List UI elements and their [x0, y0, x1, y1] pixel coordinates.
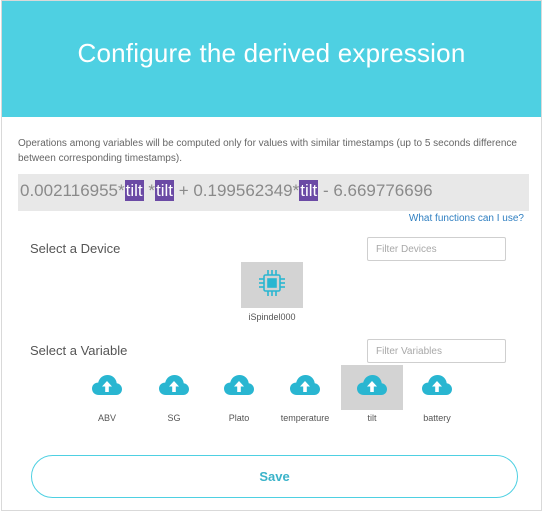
- filter-variables-input[interactable]: [367, 339, 506, 363]
- select-variable-label: Select a Variable: [30, 343, 128, 358]
- derived-expression-modal: Configure the derived expression Operati…: [1, 0, 542, 511]
- expression-text: 0.002116955*: [20, 181, 125, 200]
- variable-label: battery: [423, 413, 451, 423]
- chip-icon: [257, 268, 287, 303]
- save-button[interactable]: Save: [31, 455, 518, 498]
- modal-title: Configure the derived expression: [77, 37, 466, 68]
- variable-item-temperature[interactable]: [274, 365, 336, 410]
- cloud-upload-icon: [421, 373, 453, 402]
- device-name: iSpindel000: [248, 312, 296, 322]
- expression-text: - 6.669776696: [318, 181, 433, 200]
- expression-variable-chip[interactable]: tilt: [124, 180, 144, 201]
- select-device-label: Select a Device: [30, 241, 121, 256]
- expression-variable-chip[interactable]: tilt: [154, 180, 174, 201]
- expression-field[interactable]: 0.002116955*tilt *tilt + 0.199562349*til…: [18, 174, 529, 211]
- timestamp-note: Operations among variables will be compu…: [18, 138, 517, 164]
- device-item-ispindel000[interactable]: [241, 262, 303, 308]
- variable-item-abv[interactable]: [76, 365, 138, 410]
- functions-help-link[interactable]: What functions can I use?: [409, 213, 524, 224]
- expression-text: *: [143, 181, 155, 200]
- variable-item-battery[interactable]: [406, 365, 468, 410]
- cloud-upload-icon: [356, 373, 388, 402]
- variable-item-plato[interactable]: [208, 365, 270, 410]
- cloud-upload-icon: [158, 373, 190, 402]
- cloud-upload-icon: [289, 373, 321, 402]
- variable-item-sg[interactable]: [143, 365, 205, 410]
- filter-devices-input[interactable]: [367, 237, 506, 261]
- cloud-upload-icon: [91, 373, 123, 402]
- cloud-upload-icon: [223, 373, 255, 402]
- variable-item-tilt[interactable]: [341, 365, 403, 410]
- expression-variable-chip[interactable]: tilt: [299, 180, 319, 201]
- expression-text: + 0.199562349*: [173, 181, 300, 200]
- modal-header: Configure the derived expression: [2, 1, 541, 117]
